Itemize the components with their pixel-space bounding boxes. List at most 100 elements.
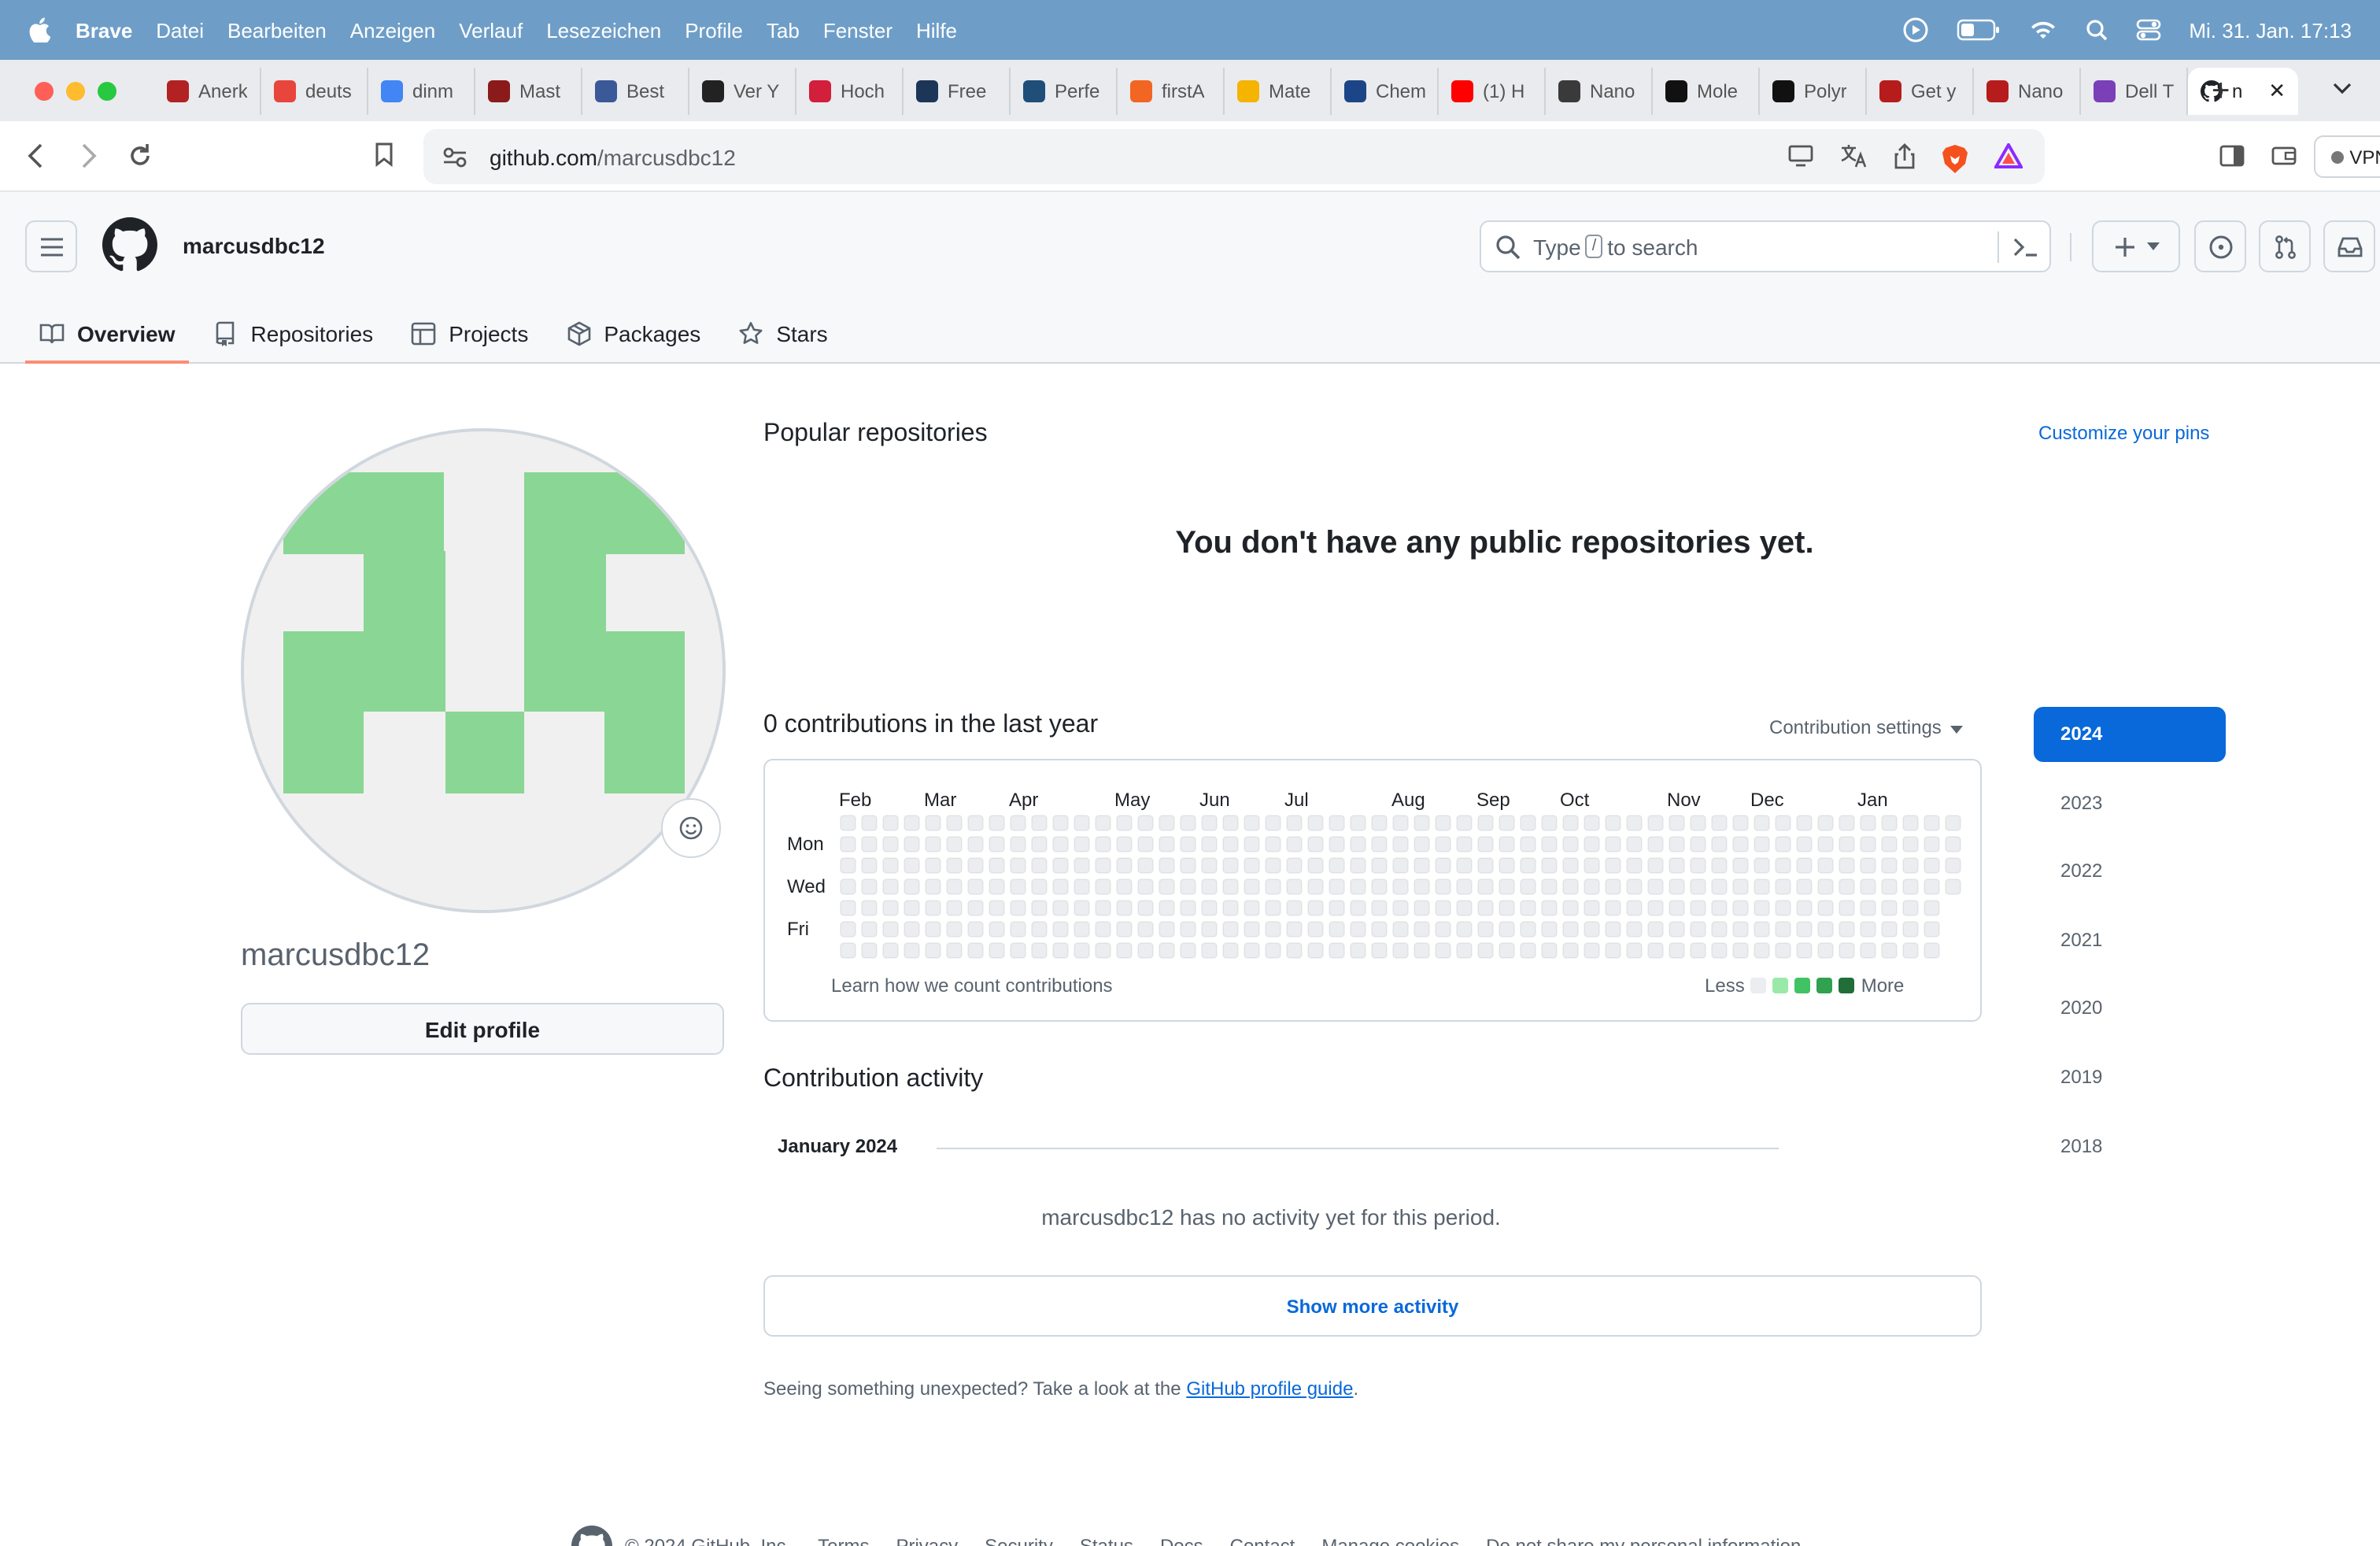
contribution-day-cell[interactable] bbox=[1350, 836, 1366, 853]
contribution-day-cell[interactable] bbox=[1605, 900, 1621, 916]
contribution-day-cell[interactable] bbox=[1647, 900, 1664, 916]
year-2019[interactable]: 2019 bbox=[2034, 1050, 2226, 1105]
contribution-day-cell[interactable] bbox=[1860, 836, 1876, 853]
contribution-day-cell[interactable] bbox=[1775, 815, 1791, 831]
contribution-day-cell[interactable] bbox=[1775, 900, 1791, 916]
contribution-day-cell[interactable] bbox=[1584, 942, 1600, 959]
browser-tab[interactable]: Free bbox=[904, 68, 1011, 115]
contribution-day-cell[interactable] bbox=[1924, 836, 1940, 853]
contribution-day-cell[interactable] bbox=[1945, 815, 1961, 831]
contribution-day-cell[interactable] bbox=[1711, 836, 1728, 853]
control-center-icon[interactable] bbox=[2135, 19, 2160, 41]
contribution-day-cell[interactable] bbox=[1647, 942, 1664, 959]
search-input[interactable]: Type / to search bbox=[1480, 220, 2051, 272]
contribution-day-cell[interactable] bbox=[1052, 836, 1069, 853]
contribution-day-cell[interactable] bbox=[1839, 942, 1855, 959]
contribution-day-cell[interactable] bbox=[1584, 836, 1600, 853]
contribution-day-cell[interactable] bbox=[1562, 857, 1579, 874]
contribution-day-cell[interactable] bbox=[946, 836, 963, 853]
contribution-day-cell[interactable] bbox=[1010, 857, 1026, 874]
contribution-day-cell[interactable] bbox=[1796, 836, 1813, 853]
contribution-day-cell[interactable] bbox=[1350, 857, 1366, 874]
contribution-day-cell[interactable] bbox=[1860, 878, 1876, 895]
contribution-day-cell[interactable] bbox=[1605, 878, 1621, 895]
contribution-day-cell[interactable] bbox=[1796, 942, 1813, 959]
contribution-day-cell[interactable] bbox=[1584, 857, 1600, 874]
reload-icon[interactable] bbox=[128, 142, 153, 170]
contribution-day-cell[interactable] bbox=[1839, 836, 1855, 853]
contribution-day-cell[interactable] bbox=[861, 921, 878, 938]
contribution-day-cell[interactable] bbox=[989, 942, 1005, 959]
contribution-day-cell[interactable] bbox=[1775, 857, 1791, 874]
contribution-day-cell[interactable] bbox=[1371, 878, 1388, 895]
contribution-day-cell[interactable] bbox=[1052, 857, 1069, 874]
contribution-day-cell[interactable] bbox=[1711, 857, 1728, 874]
contribution-day-cell[interactable] bbox=[1414, 815, 1430, 831]
contribution-day-cell[interactable] bbox=[1605, 921, 1621, 938]
contribution-day-cell[interactable] bbox=[1669, 815, 1685, 831]
contribution-day-cell[interactable] bbox=[1605, 836, 1621, 853]
contribution-day-cell[interactable] bbox=[1647, 836, 1664, 853]
contribution-day-cell[interactable] bbox=[1626, 815, 1643, 831]
contribution-day-cell[interactable] bbox=[1839, 815, 1855, 831]
contribution-day-cell[interactable] bbox=[1902, 900, 1919, 916]
browser-tab[interactable]: Hoch bbox=[796, 68, 904, 115]
menu-item-profile[interactable]: Profile bbox=[685, 18, 743, 42]
contribution-day-cell[interactable] bbox=[1796, 900, 1813, 916]
contribution-day-cell[interactable] bbox=[1456, 815, 1473, 831]
contribution-day-cell[interactable] bbox=[1137, 921, 1154, 938]
contribution-day-cell[interactable] bbox=[1116, 836, 1133, 853]
contribution-day-cell[interactable] bbox=[967, 921, 984, 938]
issues-button[interactable] bbox=[2194, 220, 2246, 272]
contribution-day-cell[interactable] bbox=[861, 900, 878, 916]
translate-icon[interactable] bbox=[1840, 143, 1868, 168]
active-browser-tab[interactable]: n ✕ bbox=[2188, 68, 2298, 115]
chevron-down-icon[interactable] bbox=[2333, 82, 2352, 94]
year-2021[interactable]: 2021 bbox=[2034, 913, 2226, 968]
contribution-day-cell[interactable] bbox=[1265, 878, 1281, 895]
contribution-day-cell[interactable] bbox=[1392, 942, 1409, 959]
contribution-day-cell[interactable] bbox=[1499, 815, 1515, 831]
contribution-day-cell[interactable] bbox=[1392, 815, 1409, 831]
contribution-day-cell[interactable] bbox=[1031, 900, 1048, 916]
contribution-day-cell[interactable] bbox=[1116, 900, 1133, 916]
contribution-day-cell[interactable] bbox=[1180, 836, 1196, 853]
year-2018[interactable]: 2018 bbox=[2034, 1119, 2226, 1174]
contribution-day-cell[interactable] bbox=[1435, 815, 1451, 831]
footer-security-link[interactable]: Security bbox=[985, 1535, 1053, 1546]
contribution-day-cell[interactable] bbox=[1329, 857, 1345, 874]
spotlight-search-icon[interactable] bbox=[2085, 19, 2107, 41]
contribution-day-cell[interactable] bbox=[1732, 942, 1749, 959]
contribution-day-cell[interactable] bbox=[1711, 900, 1728, 916]
contribution-day-cell[interactable] bbox=[1456, 921, 1473, 938]
browser-tab[interactable]: Dell T bbox=[2081, 68, 2188, 115]
contribution-day-cell[interactable] bbox=[925, 878, 941, 895]
browser-tab[interactable]: deuts bbox=[261, 68, 368, 115]
contribution-day-cell[interactable] bbox=[1711, 942, 1728, 959]
profile-avatar[interactable] bbox=[241, 428, 726, 913]
footer-docs-link[interactable]: Docs bbox=[1160, 1535, 1203, 1546]
contribution-day-cell[interactable] bbox=[1690, 942, 1706, 959]
contribution-day-cell[interactable] bbox=[1307, 836, 1324, 853]
contribution-day-cell[interactable] bbox=[1222, 836, 1239, 853]
contribution-day-cell[interactable] bbox=[1392, 836, 1409, 853]
contribution-day-cell[interactable] bbox=[1860, 857, 1876, 874]
contribution-day-cell[interactable] bbox=[1201, 921, 1218, 938]
contribution-day-cell[interactable] bbox=[1902, 815, 1919, 831]
contribution-day-cell[interactable] bbox=[861, 836, 878, 853]
contribution-day-cell[interactable] bbox=[1244, 878, 1260, 895]
contribution-day-cell[interactable] bbox=[1414, 900, 1430, 916]
contribution-day-cell[interactable] bbox=[1520, 857, 1536, 874]
contribution-day-cell[interactable] bbox=[840, 836, 856, 853]
contribution-day-cell[interactable] bbox=[1732, 815, 1749, 831]
contribution-day-cell[interactable] bbox=[1371, 900, 1388, 916]
contribution-day-cell[interactable] bbox=[1796, 815, 1813, 831]
contribution-day-cell[interactable] bbox=[1307, 900, 1324, 916]
contribution-day-cell[interactable] bbox=[1605, 857, 1621, 874]
contribution-day-cell[interactable] bbox=[925, 921, 941, 938]
brave-shields-icon[interactable] bbox=[1941, 143, 1969, 175]
contribution-day-cell[interactable] bbox=[1562, 900, 1579, 916]
contribution-day-cell[interactable] bbox=[1052, 900, 1069, 916]
contribution-day-cell[interactable] bbox=[989, 815, 1005, 831]
browser-tab[interactable]: Nano bbox=[1974, 68, 2081, 115]
